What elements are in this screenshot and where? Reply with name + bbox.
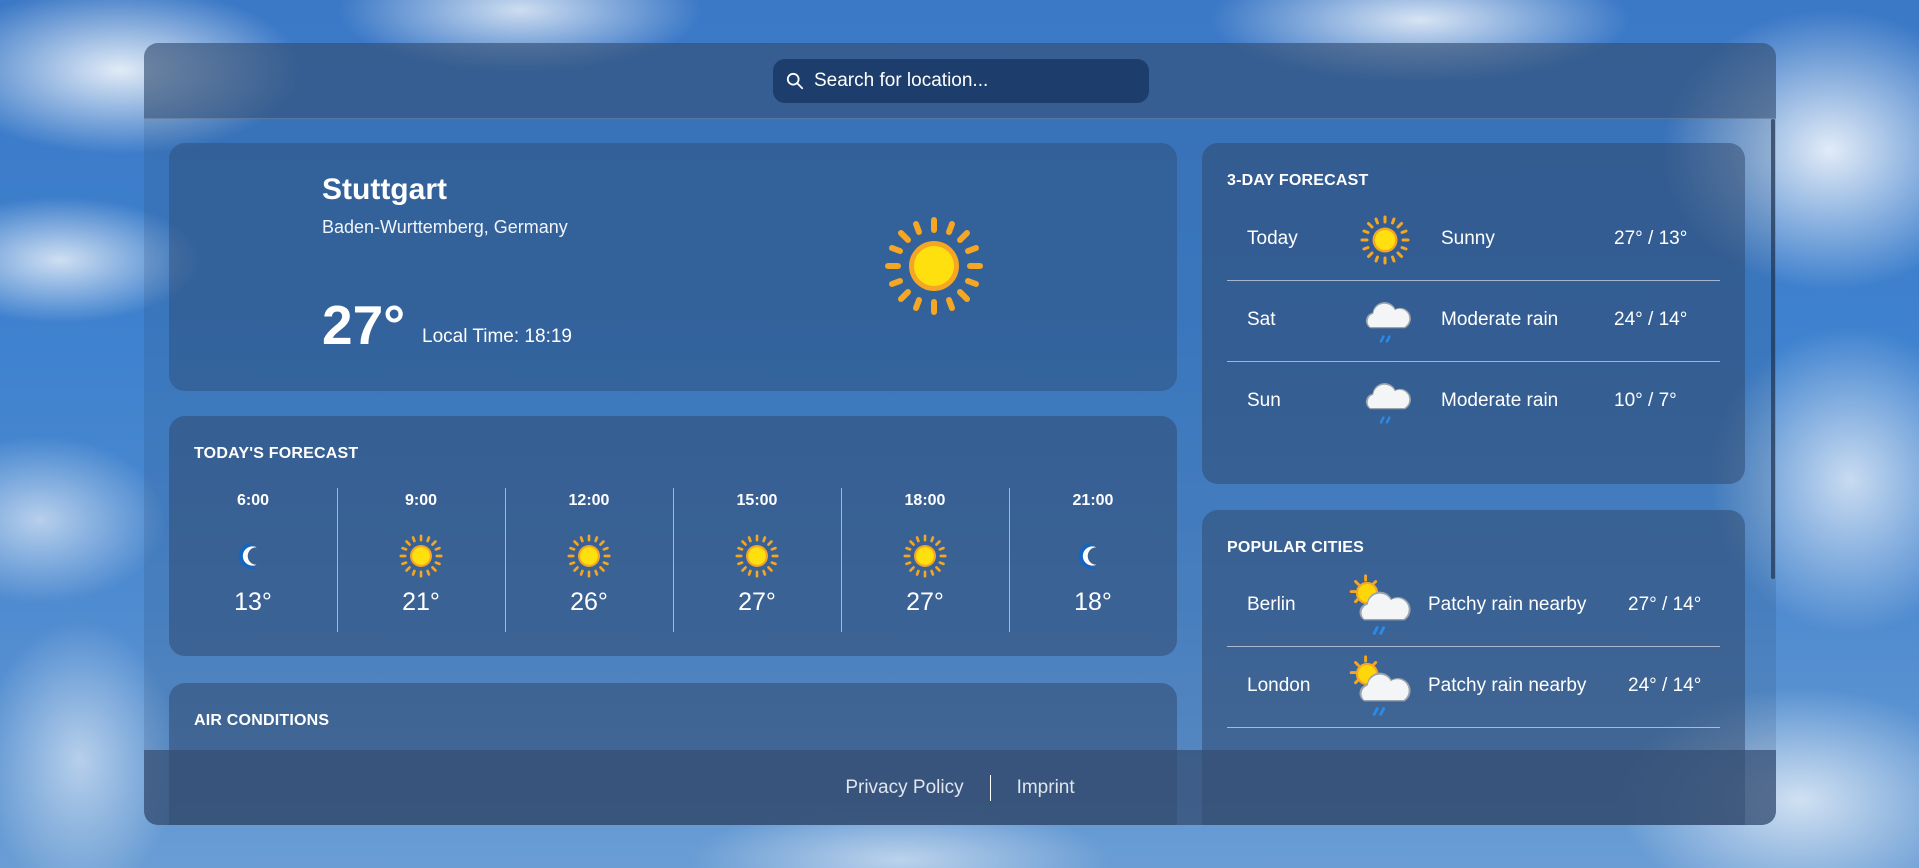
footer-divider (989, 774, 991, 801)
hour-time: 6:00 (236, 492, 270, 509)
forecast-day: Today (1247, 228, 1298, 249)
hour-item: 6:00 13° (169, 488, 337, 638)
hour-item: 18:00 27° (841, 488, 1009, 638)
sun-icon (903, 534, 947, 578)
hour-temp: 27° (738, 588, 776, 616)
current-weather-card: Stuttgart Baden-Wurttemberg, Germany 27°… (169, 143, 1177, 391)
forecast-row: Sun Moderate rain 10° / 7° (1227, 362, 1720, 442)
imprint-link[interactable]: Imprint (1017, 777, 1075, 799)
city-row[interactable]: Berlin Patchy rain nearby 27° / 14° (1227, 566, 1720, 647)
forecast-day: Sun (1247, 390, 1281, 411)
city-name: Stuttgart (322, 173, 447, 206)
section-title: AIR CONDITIONS (194, 712, 330, 729)
city-range: 24° / 14° (1628, 675, 1702, 696)
forecast-condition: Moderate rain (1441, 390, 1559, 411)
hour-temp: 18° (1074, 588, 1112, 616)
hour-temp: 21° (402, 588, 440, 616)
forecast-range: 10° / 7° (1614, 390, 1677, 411)
sun-rain-cloud-icon (1344, 651, 1416, 723)
rain-cloud-icon (1357, 372, 1417, 432)
todays-forecast-card: TODAY'S FORECAST 6:00 13° 9:00 21° 12:00… (169, 416, 1177, 656)
hour-item: 9:00 21° (337, 488, 505, 638)
city-condition: Patchy rain nearby (1428, 675, 1587, 696)
section-title: POPULAR CITIES (1227, 539, 1365, 556)
hour-item: 21:00 18° (1009, 488, 1177, 638)
hour-temp: 13° (234, 588, 272, 616)
scrollbar[interactable] (1771, 119, 1775, 579)
hour-time: 12:00 (568, 492, 610, 509)
hour-temp: 26° (570, 588, 608, 616)
forecast-range: 27° / 13° (1614, 228, 1688, 249)
search-input[interactable] (812, 69, 1136, 93)
hour-time: 18:00 (904, 492, 946, 509)
current-temperature: 27° (322, 294, 406, 356)
popular-city-name: London (1247, 675, 1311, 696)
sun-icon (1360, 215, 1410, 265)
search-box[interactable] (773, 59, 1149, 103)
city-condition: Patchy rain nearby (1428, 594, 1587, 615)
hour-time: 21:00 (1072, 492, 1114, 509)
popular-city-name: Berlin (1247, 594, 1296, 615)
privacy-policy-link[interactable]: Privacy Policy (845, 777, 963, 799)
sun-icon (567, 534, 611, 578)
forecast-condition: Moderate rain (1441, 309, 1559, 330)
footer: Privacy Policy Imprint (144, 750, 1776, 825)
rain-cloud-icon (1357, 291, 1417, 351)
forecast-day: Sat (1247, 309, 1276, 330)
hour-time: 9:00 (404, 492, 438, 509)
sun-rain-cloud-icon (1344, 570, 1416, 642)
hour-time: 15:00 (736, 492, 778, 509)
sun-icon (884, 216, 984, 316)
hourly-forecast: 6:00 13° 9:00 21° 12:00 26° 15:00 27° 18… (169, 488, 1177, 638)
section-title: 3-DAY FORECAST (1227, 172, 1369, 189)
hour-item: 12:00 26° (505, 488, 673, 638)
sun-icon (735, 534, 779, 578)
sun-icon (399, 534, 443, 578)
city-row[interactable]: London Patchy rain nearby 24° / 14° (1227, 647, 1720, 728)
local-time: Local Time: 18:19 (422, 326, 572, 347)
moon-icon (1071, 534, 1115, 578)
forecast-row: Sat Moderate rain 24° / 14° (1227, 281, 1720, 362)
forecast-condition: Sunny (1441, 228, 1495, 249)
hour-temp: 27° (906, 588, 944, 616)
forecast-row: Today Sunny 27° / 13° (1227, 200, 1720, 281)
moon-icon (231, 534, 275, 578)
forecast-range: 24° / 14° (1614, 309, 1688, 330)
city-region: Baden-Wurttemberg, Germany (322, 217, 568, 237)
city-range: 27° / 14° (1628, 594, 1702, 615)
weather-app: Stuttgart Baden-Wurttemberg, Germany 27°… (144, 43, 1776, 825)
top-bar (144, 43, 1776, 119)
hour-item: 15:00 27° (673, 488, 841, 638)
section-title: TODAY'S FORECAST (194, 445, 359, 462)
search-icon (786, 72, 804, 90)
three-day-forecast-card: 3-DAY FORECAST Today Sunny 27° / 13° Sat… (1202, 143, 1745, 484)
